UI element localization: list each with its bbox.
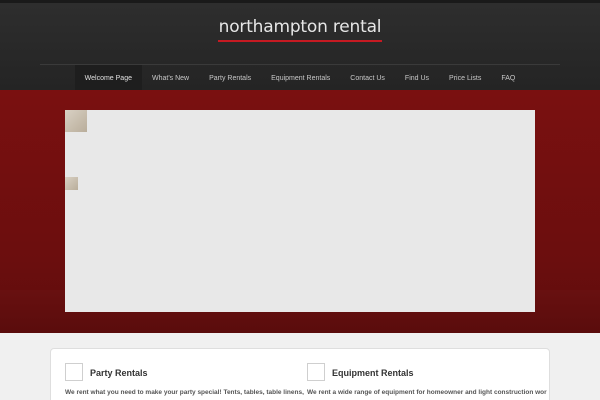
feature-title[interactable]: Party Rentals	[90, 368, 148, 378]
feature-text: We rent a wide range of equipment for ho…	[307, 389, 547, 396]
nav-item-party-rentals[interactable]: Party Rentals	[199, 65, 261, 93]
feature-title[interactable]: Equipment Rentals	[332, 368, 414, 378]
nav-item-faq[interactable]: FAQ	[491, 65, 525, 93]
slideshow-thumbnail-image[interactable]	[65, 177, 78, 190]
slideshow-area[interactable]	[65, 110, 535, 312]
main-nav: Welcome Page What's New Party Rentals Eq…	[0, 65, 600, 93]
nav-item-welcome-page[interactable]: Welcome Page	[74, 65, 142, 93]
nav-item-contact-us[interactable]: Contact Us	[340, 65, 395, 93]
feature-text: We rent what you need to make your party…	[65, 389, 305, 396]
nav-item-whats-new[interactable]: What's New	[142, 65, 199, 93]
nav-item-price-lists[interactable]: Price Lists	[439, 65, 491, 93]
site-header: northampton rental Welcome Page What's N…	[0, 0, 600, 93]
slideshow-thumbnail-image[interactable]	[65, 110, 87, 132]
nav-item-find-us[interactable]: Find Us	[395, 65, 439, 93]
features-panel: Party Rentals We rent what you need to m…	[50, 348, 550, 400]
party-icon	[65, 363, 83, 381]
nav-item-equipment-rentals[interactable]: Equipment Rentals	[261, 65, 340, 93]
site-logo[interactable]: northampton rental	[0, 17, 600, 42]
equipment-icon	[307, 363, 325, 381]
logo-text[interactable]: northampton rental	[217, 17, 383, 42]
